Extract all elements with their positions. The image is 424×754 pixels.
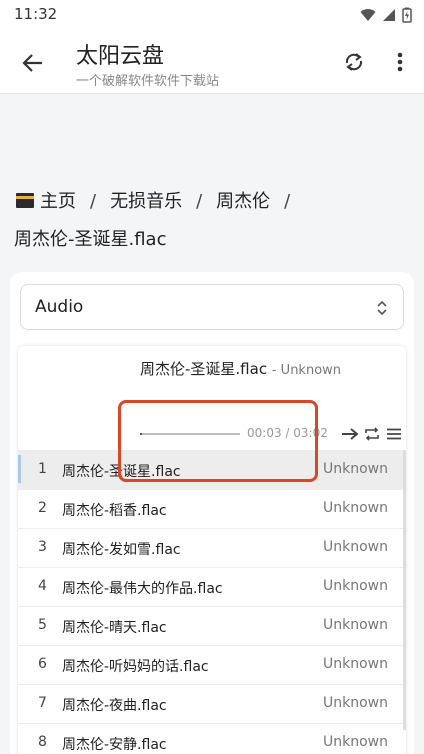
track-number: 6 bbox=[38, 656, 47, 672]
arrow-left-icon bbox=[22, 54, 42, 72]
crumb-folder-lossless[interactable]: 无损音乐 bbox=[110, 183, 182, 221]
breadcrumb: 主页 / 无损音乐 / 周杰伦 / 周杰伦-圣诞星.flac bbox=[14, 183, 414, 259]
back-button[interactable] bbox=[18, 48, 48, 78]
track-number: 4 bbox=[38, 578, 47, 594]
now-playing-artist: - Unknown bbox=[271, 363, 342, 378]
playlist-row[interactable]: 6 周杰伦-听妈妈的话.flac Unknown bbox=[18, 645, 406, 684]
track-artist: Unknown bbox=[323, 578, 388, 594]
status-bar: 11:32 bbox=[0, 0, 424, 30]
app-subtitle: 一个破解软件软件下载站 bbox=[76, 74, 220, 89]
playlist-row[interactable]: 8 周杰伦-安静.flac Unknown bbox=[18, 723, 406, 754]
crumb-home[interactable]: 主页 bbox=[14, 183, 76, 221]
preview-type-select[interactable]: Audio bbox=[20, 284, 404, 330]
track-name: 周杰伦-晴天.flac bbox=[62, 620, 167, 636]
battery-icon bbox=[402, 7, 412, 23]
app-bar: 太阳云盘 一个破解软件软件下载站 bbox=[0, 30, 424, 94]
track-name: 周杰伦-最伟大的作品.flac bbox=[62, 581, 223, 597]
arrow-right-icon bbox=[342, 428, 359, 440]
track-artist: Unknown bbox=[323, 617, 388, 633]
track-number: 8 bbox=[38, 734, 47, 750]
preview-type-value: Audio bbox=[35, 297, 84, 317]
track-number: 3 bbox=[38, 539, 47, 555]
next-button[interactable] bbox=[340, 424, 360, 444]
playlist-row[interactable]: 2 周杰伦-稻香.flac Unknown bbox=[18, 489, 406, 528]
status-icons bbox=[360, 7, 412, 23]
playlist-row[interactable]: 5 周杰伦-晴天.flac Unknown bbox=[18, 606, 406, 645]
wifi-icon bbox=[360, 9, 376, 21]
crumb-current-file: 周杰伦-圣诞星.flac bbox=[14, 229, 167, 250]
more-vert-icon bbox=[397, 52, 403, 72]
track-artist: Unknown bbox=[323, 500, 388, 516]
track-number: 2 bbox=[38, 500, 47, 516]
crumb-folder-artist[interactable]: 周杰伦 bbox=[216, 183, 270, 221]
preview-card: Audio 周杰伦-圣诞星.flac - Unknown 00:03 / 03:… bbox=[10, 272, 414, 754]
playlist: 1 周杰伦-圣诞星.flac Unknown 2 周杰伦-稻香.flac Unknown 3… bbox=[18, 450, 406, 754]
chevron-updown-icon bbox=[377, 300, 387, 316]
annotation-highlight-box bbox=[118, 400, 318, 482]
track-artist: Unknown bbox=[323, 734, 388, 750]
signal-icon bbox=[383, 9, 395, 21]
crumb-home-label: 主页 bbox=[40, 191, 76, 212]
crumb-separator: / bbox=[90, 191, 97, 212]
loop-button[interactable] bbox=[362, 424, 382, 444]
repeat-icon bbox=[365, 427, 379, 441]
track-artist: Unknown bbox=[323, 656, 388, 672]
track-artist: Unknown bbox=[323, 461, 388, 477]
track-artist: Unknown bbox=[323, 539, 388, 555]
track-name: 周杰伦-稻香.flac bbox=[62, 503, 167, 519]
menu-icon bbox=[387, 428, 401, 440]
crumb-separator: / bbox=[284, 191, 291, 212]
playlist-row[interactable]: 7 周杰伦-夜曲.flac Unknown bbox=[18, 684, 406, 723]
track-artist: Unknown bbox=[323, 695, 388, 711]
playlist-toggle-button[interactable] bbox=[384, 424, 404, 444]
playlist-scrollbar[interactable] bbox=[403, 450, 406, 730]
now-playing-title: 周杰伦-圣诞星.flac - Unknown bbox=[140, 358, 341, 379]
playlist-row[interactable]: 3 周杰伦-发如雪.flac Unknown bbox=[18, 528, 406, 567]
more-button[interactable] bbox=[388, 48, 412, 76]
track-number: 7 bbox=[38, 695, 47, 711]
status-time: 11:32 bbox=[14, 5, 58, 23]
track-name: 周杰伦-夜曲.flac bbox=[62, 698, 167, 714]
playlist-row[interactable]: 4 周杰伦-最伟大的作品.flac Unknown bbox=[18, 567, 406, 606]
app-title: 太阳云盘 bbox=[76, 44, 165, 69]
refresh-button[interactable] bbox=[340, 48, 368, 76]
kaaba-emoji-icon bbox=[16, 193, 34, 208]
now-playing-name: 周杰伦-圣诞星.flac bbox=[140, 360, 268, 378]
track-number: 5 bbox=[38, 617, 47, 633]
track-number: 1 bbox=[38, 461, 47, 477]
track-name: 周杰伦-听妈妈的话.flac bbox=[62, 659, 209, 675]
track-name: 周杰伦-安静.flac bbox=[62, 737, 167, 753]
crumb-separator: / bbox=[196, 191, 203, 212]
refresh-icon bbox=[345, 53, 363, 71]
track-name: 周杰伦-发如雪.flac bbox=[62, 542, 181, 558]
